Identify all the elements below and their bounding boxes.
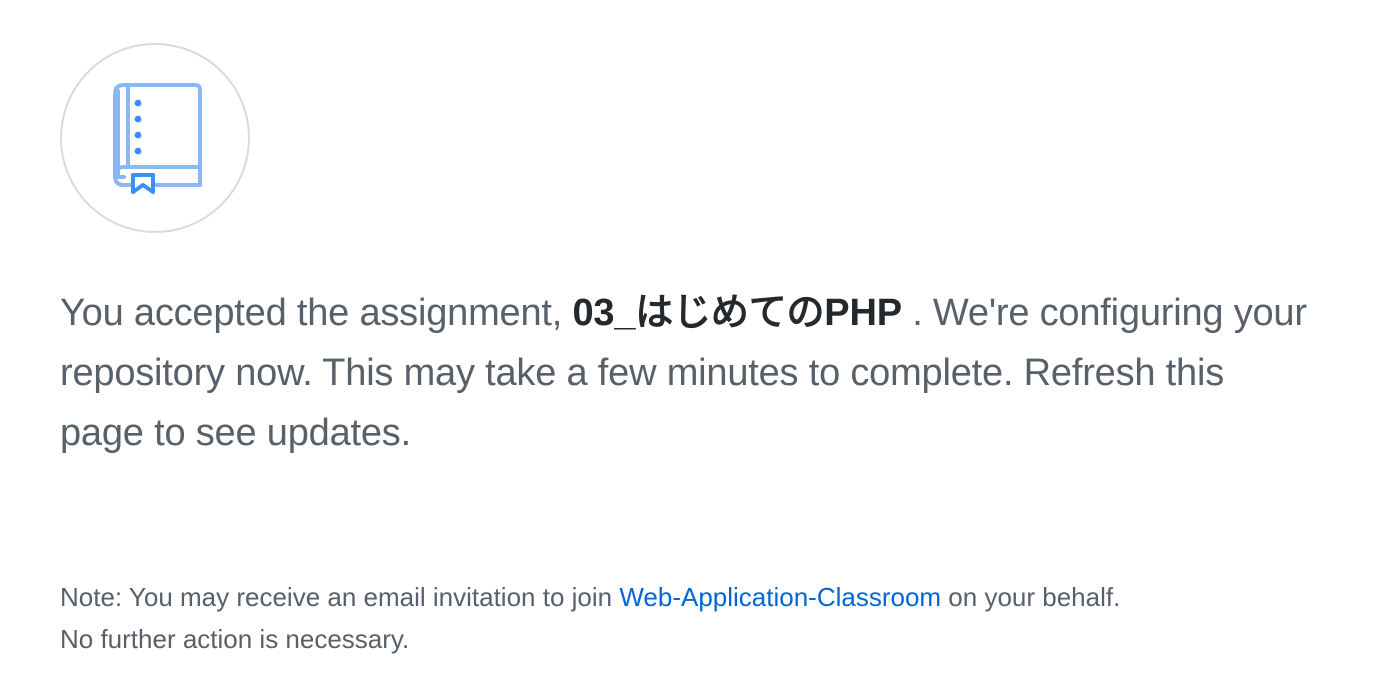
status-message: You accepted the assignment, 03_はじめてのPHP… bbox=[60, 283, 1310, 463]
assignment-name: 03_はじめてのPHP bbox=[572, 292, 903, 334]
status-message-prefix: You accepted the assignment, bbox=[60, 292, 573, 334]
repo-avatar bbox=[60, 43, 250, 233]
invitation-note: Note: You may receive an email invitatio… bbox=[60, 576, 1320, 660]
note-prefix: Note: You may receive an email invitatio… bbox=[60, 582, 620, 612]
repo-book-icon bbox=[113, 83, 202, 194]
note-suffix: on your behalf. bbox=[941, 582, 1121, 612]
note-line-2: No further action is necessary. bbox=[60, 624, 410, 654]
organization-link[interactable]: Web-Application-Classroom bbox=[619, 582, 941, 612]
